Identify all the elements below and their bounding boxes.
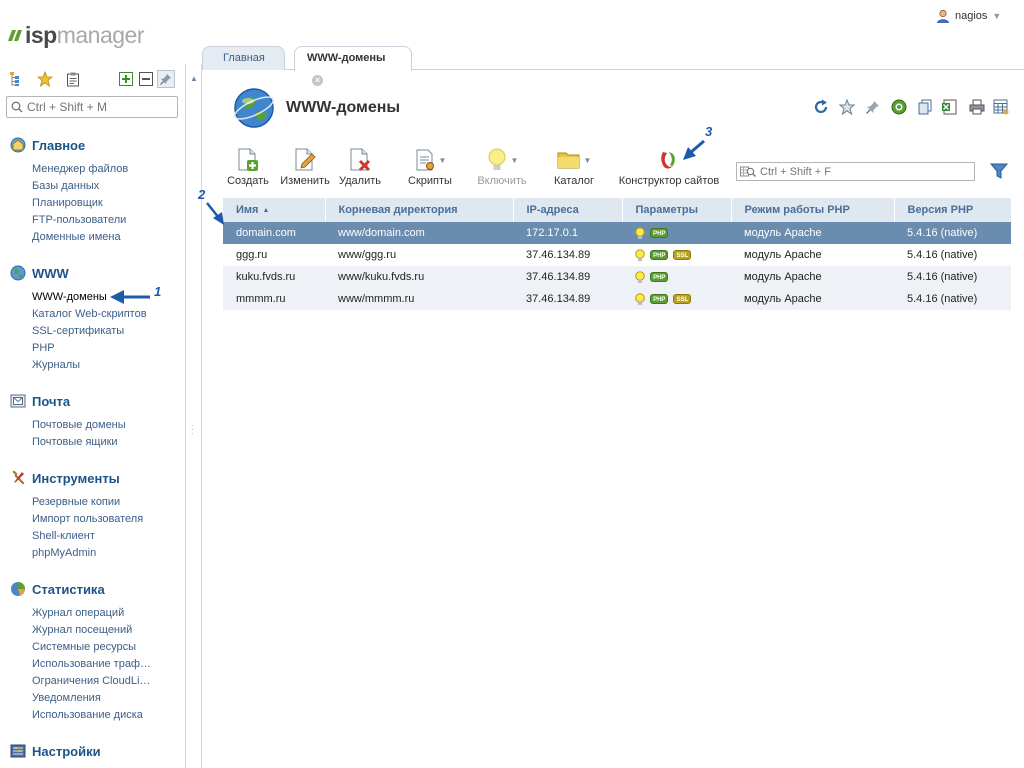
annotation-arrows [110,139,705,304]
annotation-arrow-3 [689,139,705,155]
annotation-number-3: 3 [705,124,713,139]
annotation-arrowhead-1 [110,290,124,304]
annotation-number-1: 1 [154,284,162,299]
annotation-number-2: 2 [198,187,206,202]
app-window: ispmanager nagios ▼ Главная WWW-домены× [0,0,1024,768]
